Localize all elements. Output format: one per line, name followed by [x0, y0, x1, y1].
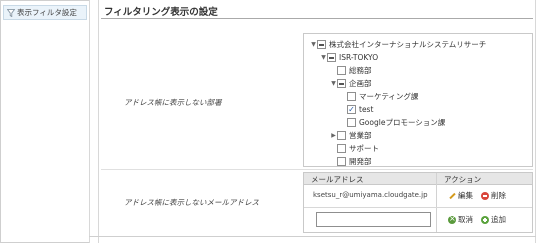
tree-node-label: サポート: [349, 144, 379, 153]
settings-panel: 表示フィルタ設定 フィルタリング表示の設定 アドレス帳に表示しない部署 アドレス…: [0, 0, 536, 243]
section-title-underline: [101, 18, 533, 19]
tree-checkbox[interactable]: [337, 157, 346, 166]
section-title: フィルタリング表示の設定: [104, 7, 218, 18]
add-button[interactable]: 追加: [481, 214, 506, 225]
edit-button-label: 編集: [458, 191, 473, 200]
add-button-label: 追加: [491, 215, 506, 224]
left-nav: 表示フィルタ設定: [0, 0, 89, 243]
tree-node-development[interactable]: 開発部: [330, 156, 372, 166]
email-cell: ksetsu_r@umiyama.cloudgate.jp: [313, 191, 428, 199]
cancel-circle-icon: [448, 214, 456, 224]
expand-arrow-icon[interactable]: ▼: [330, 80, 337, 87]
tree-node-support[interactable]: サポート: [330, 143, 379, 154]
minus-circle-icon: [481, 191, 489, 200]
cancel-button[interactable]: 取消: [448, 214, 473, 225]
panel-border: [89, 236, 536, 237]
column-header-email: メールアドレス: [311, 175, 364, 184]
tree-node-label: マーケティング課: [359, 92, 419, 101]
table-header: メールアドレス アクション: [304, 173, 532, 185]
column-header-action: アクション: [444, 175, 482, 184]
tree-node-label: ISR-TOKYO: [339, 53, 379, 62]
expand-arrow-icon[interactable]: ▼: [320, 54, 327, 61]
column-divider: [98, 0, 99, 243]
expand-arrow-icon[interactable]: ▼: [310, 41, 317, 48]
nav-item-display-filter[interactable]: 表示フィルタ設定: [3, 5, 87, 20]
department-tree: ▼ 株式会社インターナショナルシステムリサーチ ▼ ISR-TOKYO 総務部 …: [303, 33, 533, 167]
tree-checkbox-checked[interactable]: ✓: [347, 105, 356, 114]
tree-checkbox[interactable]: [337, 66, 346, 75]
hidden-departments-label: アドレス帳に表示しない部署: [124, 98, 222, 107]
row-divider: [101, 169, 533, 170]
tree-node-label: 企画部: [349, 79, 372, 88]
filter-icon: [7, 8, 15, 17]
tree-checkbox[interactable]: [347, 92, 356, 101]
pencil-icon: [448, 192, 456, 200]
address-table: メールアドレス アクション ksetsu_r@umiyama.cloudgate…: [303, 172, 533, 233]
tree-node-marketing[interactable]: マーケティング課: [340, 91, 418, 102]
hidden-addresses-label: アドレス帳に表示しないメールアドレス: [124, 198, 259, 207]
tree-node-label: Googleプロモーション課: [359, 118, 446, 127]
plus-circle-icon: [481, 215, 489, 224]
tree-node-label: 総務部: [349, 66, 372, 75]
column-divider: [436, 173, 437, 232]
tree-node-isr-tokyo[interactable]: ▼ ISR-TOKYO: [320, 52, 378, 63]
tree-checkbox[interactable]: [347, 118, 356, 127]
tree-node-label: 営業部: [349, 131, 372, 140]
tree-node-company[interactable]: ▼ 株式会社インターナショナルシステムリサーチ: [310, 39, 486, 50]
tree-node-google-promotion[interactable]: Googleプロモーション課: [340, 117, 445, 128]
column-divider: [89, 0, 90, 243]
expand-arrow-icon[interactable]: ▶: [330, 132, 337, 139]
tree-checkbox[interactable]: [327, 53, 336, 62]
email-input[interactable]: [316, 212, 431, 227]
nav-item-label: 表示フィルタ設定: [17, 8, 77, 17]
tree-node-general-affairs[interactable]: 総務部: [330, 65, 372, 76]
tree-checkbox[interactable]: [337, 144, 346, 153]
tree-checkbox[interactable]: [317, 40, 326, 49]
tree-node-planning[interactable]: ▼ 企画部: [330, 78, 372, 89]
tree-checkbox[interactable]: [337, 79, 346, 88]
tree-node-label: 開発部: [349, 157, 372, 166]
tree-checkbox[interactable]: [337, 131, 346, 140]
row-divider: [304, 207, 532, 208]
tree-node-label: test: [359, 105, 374, 114]
delete-button-label: 削除: [491, 191, 506, 200]
tree-node-test[interactable]: ✓ test: [340, 104, 373, 115]
tree-node-label: 株式会社インターナショナルシステムリサーチ: [329, 40, 487, 49]
delete-button[interactable]: 削除: [481, 190, 506, 201]
edit-button[interactable]: 編集: [448, 190, 473, 201]
tree-node-sales[interactable]: ▶ 営業部: [330, 130, 372, 141]
cancel-button-label: 取消: [458, 215, 473, 224]
